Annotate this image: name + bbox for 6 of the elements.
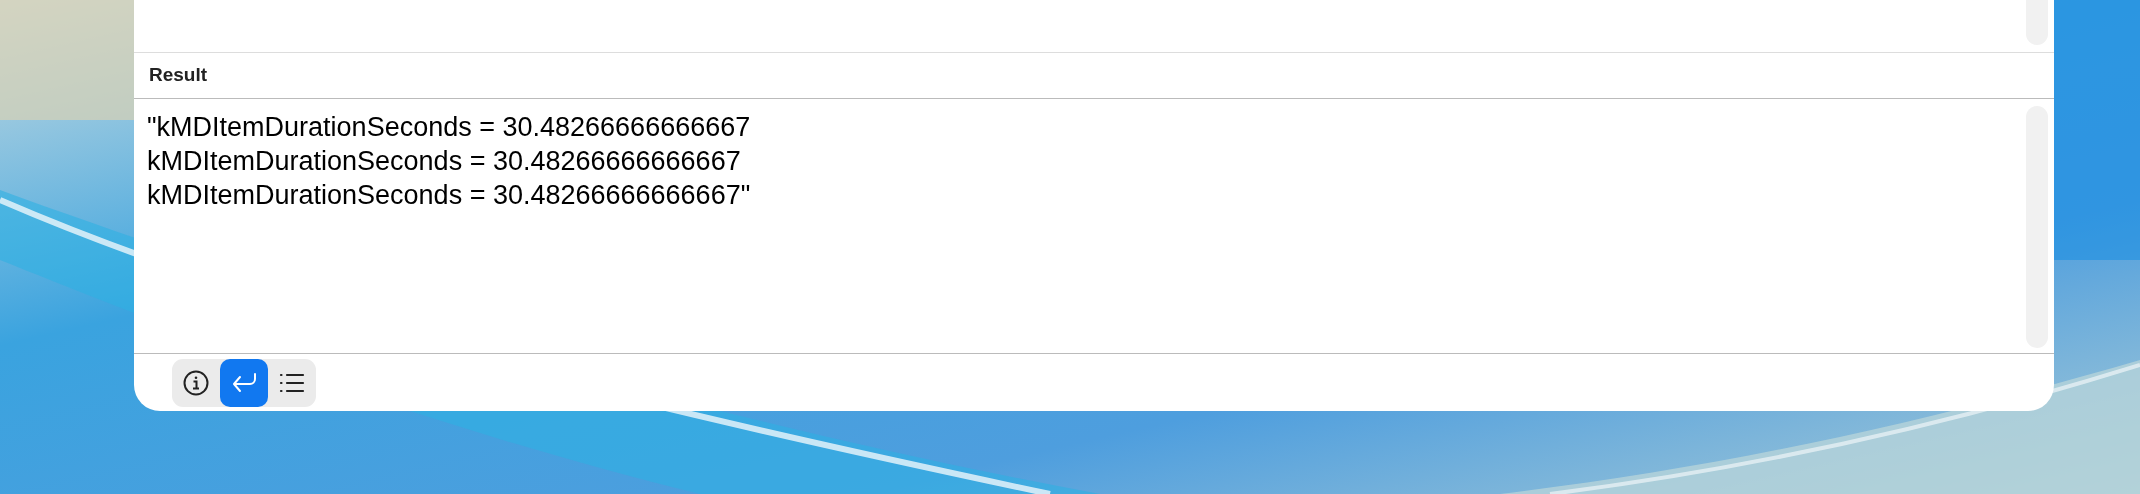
- return-arrow-icon: [231, 371, 257, 394]
- info-icon: [183, 369, 209, 396]
- result-text: "kMDItemDurationSeconds = 30.48266666666667 kMDItemDurationSeconds = 30.48266666666667 kMDItemDurationSeconds = 30.48266666666667": [146, 111, 752, 212]
- return-button[interactable]: [220, 358, 268, 407]
- list-icon: [279, 371, 305, 394]
- result-heading: Result: [149, 63, 208, 88]
